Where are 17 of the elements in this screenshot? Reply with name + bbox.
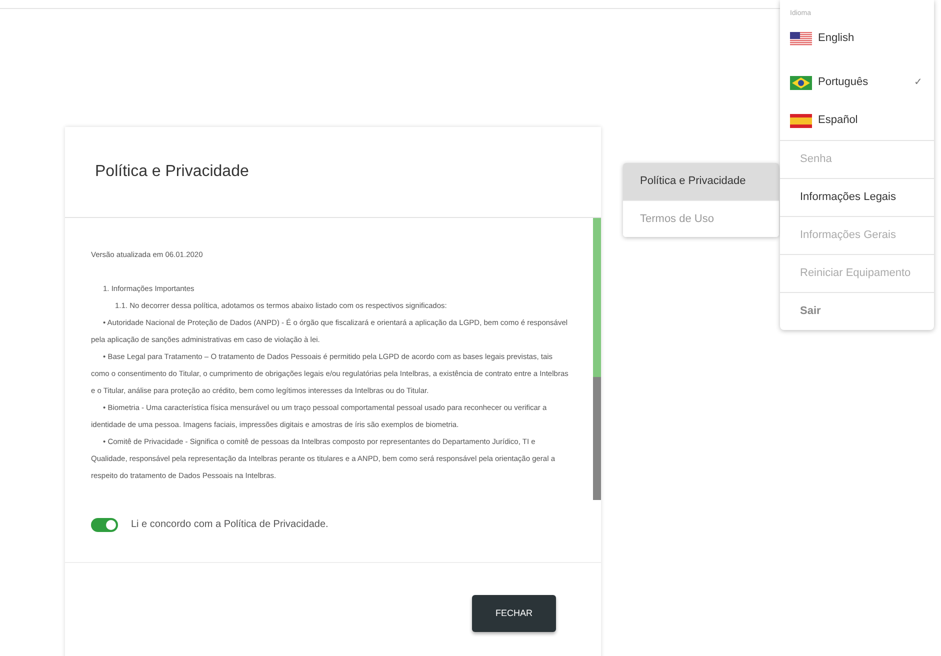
- flag-icon: [790, 76, 812, 90]
- language-label: Português: [818, 75, 870, 90]
- language-item[interactable]: Español: [780, 102, 934, 140]
- flag-icon: [790, 32, 812, 46]
- menu-item[interactable]: Sair: [780, 292, 934, 330]
- language-label: English: [818, 31, 856, 46]
- language-item[interactable]: English: [780, 20, 934, 58]
- language-label: Español: [818, 113, 859, 128]
- menu-item[interactable]: Informações Legais: [780, 178, 934, 216]
- dialog-title: Política e Privacidade: [95, 162, 249, 182]
- submenu-item[interactable]: Política e Privacidade: [623, 163, 779, 200]
- agree-label: Li e concordo com a Política de Privacidade.: [131, 518, 328, 532]
- agree-toggle[interactable]: [91, 518, 118, 532]
- check-icon: ✓: [914, 75, 922, 90]
- flag-icon: [790, 114, 812, 128]
- language-item[interactable]: Português ✓: [780, 64, 934, 102]
- close-button[interactable]: FECHAR: [472, 595, 556, 632]
